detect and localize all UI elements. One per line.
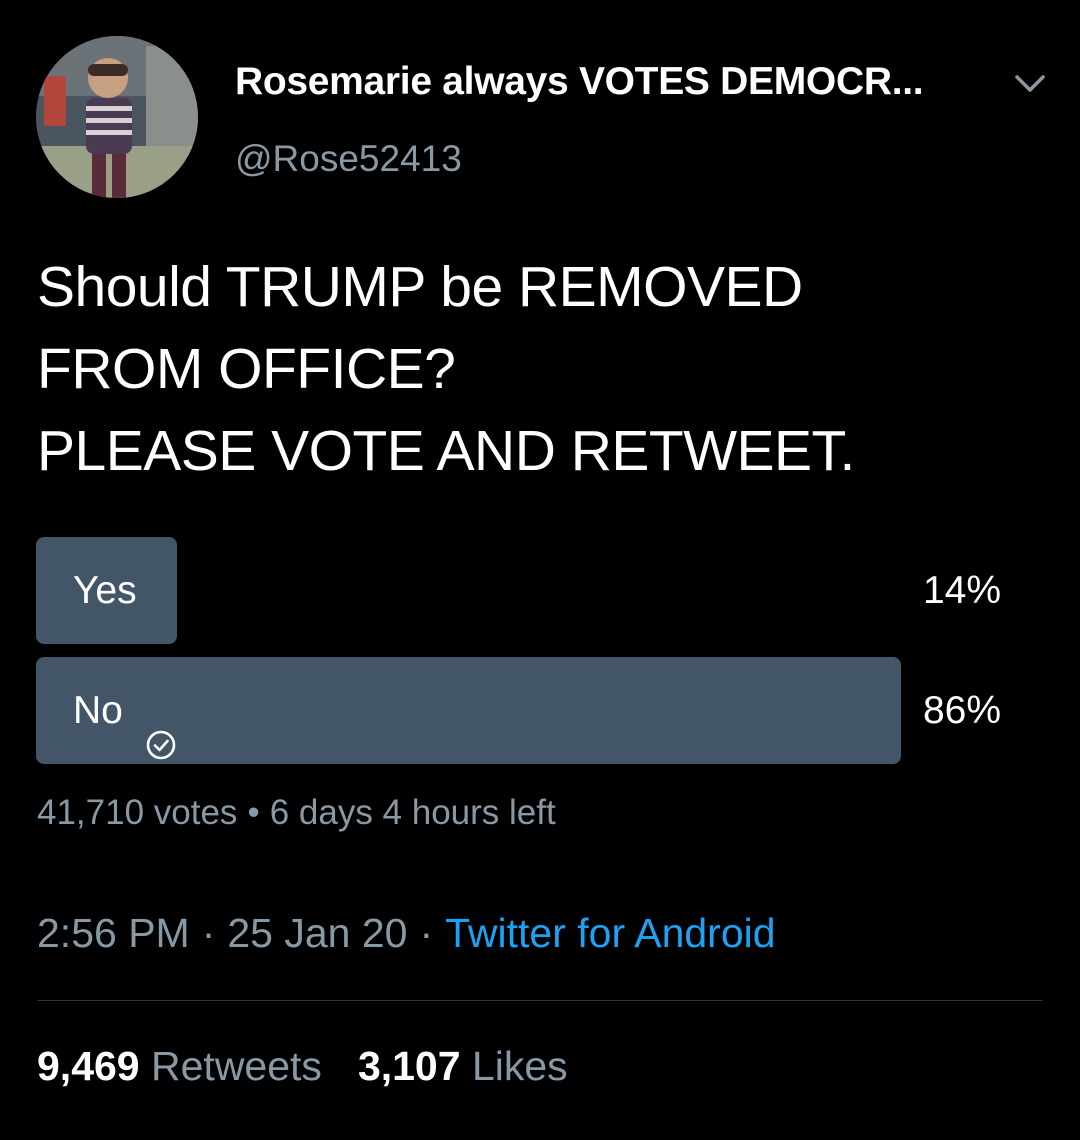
retweets-label: Retweets (151, 1043, 322, 1089)
tweet-time: 2:56 PM (37, 910, 190, 956)
tweet-date: 25 Jan 20 (227, 910, 408, 956)
divider (37, 1000, 1043, 1001)
user-handle[interactable]: @Rose52413 (235, 138, 462, 180)
tweet-text-line: FROM OFFICE? (37, 337, 456, 401)
poll-meta: 41,710 votes • 6 days 4 hours left (37, 793, 556, 833)
tweet-text: Should TRUMP be REMOVED FROM OFFICE? PLE… (37, 246, 1047, 492)
poll-option-label: No (73, 689, 123, 732)
poll-option-yes[interactable]: Yes 14% (36, 537, 1006, 644)
tweet-timestamp: 2:56 PM · 25 Jan 20 · Twitter for Android (37, 910, 776, 957)
chevron-down-icon[interactable] (1010, 68, 1050, 98)
meta-separator: · (201, 910, 216, 956)
tweet-text-line: PLEASE VOTE AND RETWEET. (37, 419, 855, 483)
poll-time-left: 6 days 4 hours left (269, 793, 556, 832)
tweet-detail: Rosemarie always VOTES DEMOCR... @Rose52… (0, 0, 1080, 1140)
likes-count: 3,107 (357, 1043, 461, 1089)
likes-label: Likes (471, 1043, 568, 1089)
poll-vote-count: 41,710 votes (37, 793, 238, 832)
display-name[interactable]: Rosemarie always VOTES DEMOCR... (235, 60, 924, 104)
tweet-text-line: Should TRUMP be REMOVED (37, 255, 803, 319)
retweets-stat[interactable]: 9,469 Retweets (37, 1043, 322, 1090)
poll-option-no[interactable]: No 86% (36, 657, 1006, 764)
likes-stat[interactable]: 3,107 Likes (358, 1043, 568, 1090)
retweets-count: 9,469 (37, 1043, 140, 1089)
profile-photo-icon (36, 36, 198, 198)
tweet-source-link[interactable]: Twitter for Android (445, 910, 775, 956)
avatar[interactable] (36, 36, 198, 198)
meta-separator: · (419, 910, 434, 956)
tweet-stats: 9,469 Retweets 3,107 Likes (37, 1043, 568, 1090)
meta-dot: • (247, 793, 260, 832)
poll-option-percent: 86% (922, 689, 1001, 732)
check-circle-icon (145, 695, 177, 759)
poll-option-label: Yes (73, 569, 137, 612)
poll-option-percent: 14% (922, 569, 1001, 612)
